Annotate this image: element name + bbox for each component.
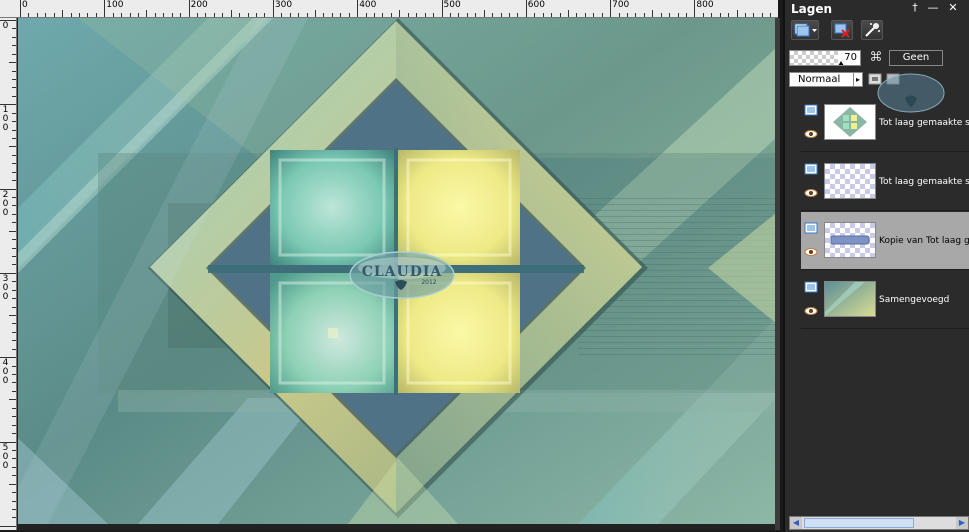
- ruler-label: 0: [2, 21, 9, 31]
- layer-thumbnail: [824, 163, 876, 199]
- scroll-left-arrow-icon[interactable]: ◀: [790, 517, 802, 529]
- layer-row[interactable]: Tot laag gemaakte sel: [801, 153, 969, 211]
- ruler-label: 0: [22, 0, 28, 10]
- ruler-label: 5 0 0: [2, 442, 9, 471]
- eye-icon[interactable]: [804, 130, 818, 138]
- layer-name: Tot laag gemaakte sel: [879, 177, 969, 187]
- layer-name: Tot laag gemaakte sel: [879, 118, 969, 128]
- layer-row[interactable]: Kopie van Tot laag ge: [801, 212, 969, 270]
- close-icon[interactable]: ✕: [947, 2, 959, 14]
- wand-icon: [865, 23, 880, 37]
- blend-mode-select[interactable]: Normaal: [789, 72, 861, 87]
- layer-type-icon[interactable]: [804, 163, 818, 175]
- layer-list: Tot laag gemaakte sel Tot laag gemaakte s…: [801, 94, 969, 514]
- eye-icon[interactable]: [804, 248, 818, 256]
- vertical-ruler: 0 1 0 0 2 0 0 3 0 0 4 0 0 5 0 0: [0, 18, 17, 530]
- blend-mode-arrow-icon[interactable]: ▸: [853, 72, 863, 87]
- layer-thumbnail: [824, 104, 876, 140]
- ruler-label: 3 0 0: [2, 273, 9, 302]
- watermark-year: 2012: [421, 279, 436, 286]
- delete-layer-button[interactable]: [831, 20, 853, 40]
- pin-icon[interactable]: †: [909, 2, 921, 14]
- ruler-label: 2 0 0: [2, 189, 9, 218]
- delete-layer-icon: [834, 23, 850, 38]
- panel-horizontal-scrollbar[interactable]: ◀ ▶: [789, 516, 969, 530]
- layer-name: Samengevoegd: [879, 295, 950, 305]
- opacity-slider[interactable]: 70: [789, 50, 861, 66]
- layer-thumbnail: [824, 222, 876, 258]
- scroll-right-arrow-icon[interactable]: ▶: [956, 517, 968, 529]
- layer-type-icon[interactable]: [804, 222, 818, 234]
- layer-type-icon[interactable]: [804, 281, 818, 293]
- layers-panel: Lagen † — ✕ 70 ⌘ Geen Normaal ▸ Tot laag…: [783, 0, 969, 532]
- ruler-label: 300: [274, 0, 293, 10]
- canvas-vertical-scrollbar[interactable]: [775, 18, 780, 530]
- horizontal-ruler: 0 100 200 300 400 500 600 700 800: [0, 0, 778, 18]
- ruler-label: 500: [443, 0, 461, 10]
- ruler-label: 700: [612, 0, 630, 10]
- layers-toolbar: [789, 18, 967, 42]
- link-icon[interactable]: ⌘: [867, 50, 885, 66]
- panel-title: Lagen: [791, 2, 833, 16]
- ruler-label: 4 0 0: [2, 358, 9, 387]
- ruler-label: 800: [696, 0, 714, 10]
- new-layer-icon: [794, 23, 817, 37]
- minimize-icon[interactable]: —: [927, 2, 939, 14]
- blend-group-name[interactable]: Geen: [889, 50, 943, 66]
- layer-properties-button[interactable]: [861, 20, 883, 40]
- scroll-thumb[interactable]: [804, 518, 914, 528]
- ruler-label: 400: [359, 0, 377, 10]
- layer-row[interactable]: Tot laag gemaakte sel: [801, 94, 969, 152]
- eye-icon[interactable]: [804, 189, 818, 197]
- ruler-label: 600: [527, 0, 545, 10]
- layer-type-icon[interactable]: [804, 104, 818, 116]
- new-layer-button[interactable]: [791, 20, 819, 40]
- ruler-label: 100: [106, 0, 124, 10]
- ruler-label: 1 0 0: [2, 105, 9, 134]
- opacity-slider-thumb[interactable]: [838, 61, 844, 65]
- eye-icon[interactable]: [804, 307, 818, 315]
- layer-thumbnail: [824, 281, 876, 317]
- claudia-watermark-badge: CLAUDIA 2012: [349, 251, 455, 299]
- layer-row[interactable]: Samengevoegd: [801, 271, 969, 329]
- layer-name: Kopie van Tot laag ge: [879, 236, 969, 246]
- watermark-text: CLAUDIA: [362, 264, 443, 280]
- opacity-value: 70: [844, 52, 857, 63]
- image-canvas[interactable]: CLAUDIA 2012: [17, 18, 778, 530]
- ruler-label: 200: [190, 0, 208, 10]
